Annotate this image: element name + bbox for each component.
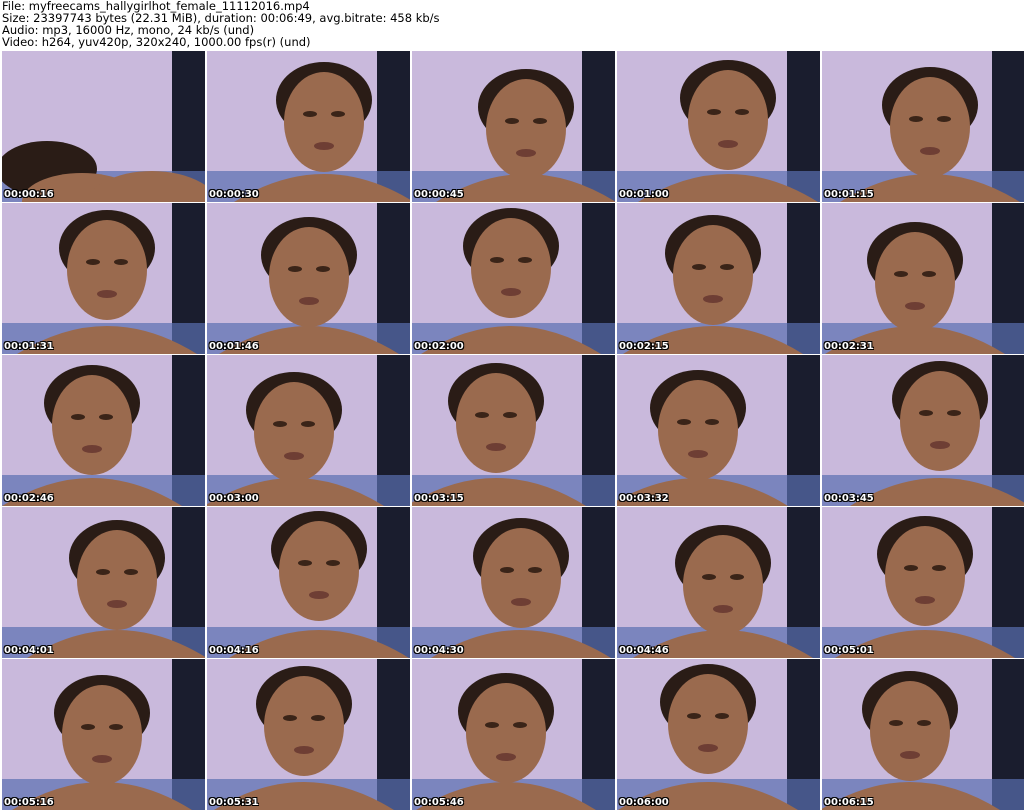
timestamp-label: 00:01:31	[4, 341, 54, 352]
frame-image	[617, 659, 820, 810]
video-thumbnail: 00:00:16	[2, 51, 205, 202]
video-thumbnail: 00:02:15	[617, 203, 820, 354]
video-thumbnail: 00:04:01	[2, 507, 205, 658]
frame-image	[2, 51, 205, 202]
frame-image	[617, 51, 820, 202]
frame-image	[2, 355, 205, 506]
video-thumbnail: 00:01:31	[2, 203, 205, 354]
timestamp-label: 00:05:31	[209, 797, 259, 808]
frame-image	[412, 203, 615, 354]
timestamp-label: 00:00:16	[4, 189, 54, 200]
video-thumbnail: 00:01:15	[822, 51, 1024, 202]
timestamp-label: 00:03:45	[824, 493, 874, 504]
video-thumbnail: 00:06:15	[822, 659, 1024, 810]
thumbnail-grid: 00:00:16 00:00:30 00:00:45 00:01:00 00:0…	[2, 51, 1024, 810]
video-thumbnail: 00:02:00	[412, 203, 615, 354]
timestamp-label: 00:01:15	[824, 189, 874, 200]
video-thumbnail: 00:02:46	[2, 355, 205, 506]
frame-image	[617, 507, 820, 658]
frame-image	[412, 355, 615, 506]
timestamp-label: 00:05:46	[414, 797, 464, 808]
video-thumbnail: 00:04:30	[412, 507, 615, 658]
video-thumbnail: 00:04:16	[207, 507, 410, 658]
video-thumbnail: 00:02:31	[822, 203, 1024, 354]
frame-image	[822, 507, 1024, 658]
frame-image	[2, 507, 205, 658]
frame-image	[207, 355, 410, 506]
video-thumbnail: 00:00:45	[412, 51, 615, 202]
video-thumbnail: 00:01:46	[207, 203, 410, 354]
video-thumbnail: 00:04:46	[617, 507, 820, 658]
frame-image	[207, 203, 410, 354]
video-thumbnail: 00:00:30	[207, 51, 410, 202]
timestamp-label: 00:03:32	[619, 493, 669, 504]
frame-image	[207, 659, 410, 810]
timestamp-label: 00:00:45	[414, 189, 464, 200]
timestamp-label: 00:06:15	[824, 797, 874, 808]
frame-image	[617, 203, 820, 354]
timestamp-label: 00:04:16	[209, 645, 259, 656]
frame-image	[822, 203, 1024, 354]
timestamp-label: 00:01:00	[619, 189, 669, 200]
timestamp-label: 00:02:15	[619, 341, 669, 352]
timestamp-label: 00:03:00	[209, 493, 259, 504]
frame-image	[822, 51, 1024, 202]
timestamp-label: 00:06:00	[619, 797, 669, 808]
video-thumbnail: 00:06:00	[617, 659, 820, 810]
timestamp-label: 00:04:30	[414, 645, 464, 656]
video-thumbnail: 00:03:32	[617, 355, 820, 506]
frame-image	[412, 507, 615, 658]
timestamp-label: 00:00:30	[209, 189, 259, 200]
frame-image	[2, 203, 205, 354]
frame-image	[822, 659, 1024, 810]
timestamp-label: 00:05:01	[824, 645, 874, 656]
video-thumbnail: 00:05:16	[2, 659, 205, 810]
video-thumbnail: 00:03:45	[822, 355, 1024, 506]
timestamp-label: 00:04:46	[619, 645, 669, 656]
timestamp-label: 00:02:00	[414, 341, 464, 352]
frame-image	[207, 507, 410, 658]
timestamp-label: 00:02:31	[824, 341, 874, 352]
file-info-header: File: myfreecams_hallygirlhot_female_111…	[2, 0, 440, 48]
frame-image	[822, 355, 1024, 506]
timestamp-label: 00:04:01	[4, 645, 54, 656]
frame-image	[2, 659, 205, 810]
timestamp-label: 00:03:15	[414, 493, 464, 504]
timestamp-label: 00:02:46	[4, 493, 54, 504]
frame-image	[617, 355, 820, 506]
timestamp-label: 00:01:46	[209, 341, 259, 352]
video-thumbnail: 00:03:15	[412, 355, 615, 506]
frame-image	[207, 51, 410, 202]
video-thumbnail: 00:03:00	[207, 355, 410, 506]
video-thumbnail: 00:05:01	[822, 507, 1024, 658]
frame-image	[412, 51, 615, 202]
timestamp-label: 00:05:16	[4, 797, 54, 808]
video-thumbnail: 00:05:31	[207, 659, 410, 810]
video-info-line: Video: h264, yuv420p, 320x240, 1000.00 f…	[2, 35, 311, 49]
frame-image	[412, 659, 615, 810]
video-thumbnail: 00:05:46	[412, 659, 615, 810]
video-thumbnail: 00:01:00	[617, 51, 820, 202]
